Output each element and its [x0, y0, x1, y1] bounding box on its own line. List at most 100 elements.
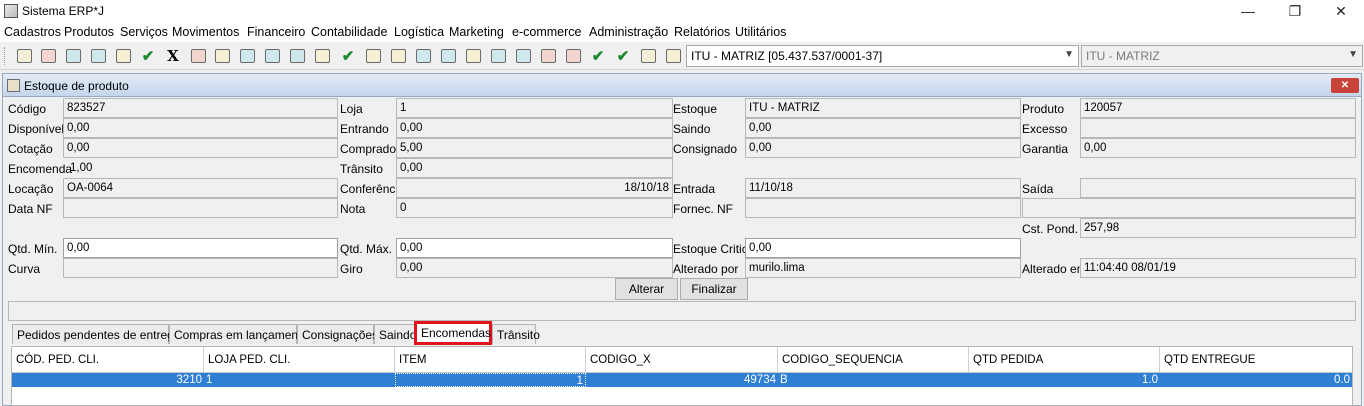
encomenda-label: Encomenda	[8, 162, 73, 176]
column-header[interactable]: CODIGO_X	[586, 347, 778, 373]
excel-icon[interactable]: X	[163, 47, 183, 65]
column-header[interactable]: CODIGO_SEQUENCIA	[778, 347, 969, 373]
menu-financeiro[interactable]: Financeiro	[247, 25, 305, 39]
nota-field: 0	[396, 198, 673, 218]
estoque-critico-label: Estoque Critico	[673, 242, 755, 256]
column-header[interactable]: ITEM	[395, 347, 586, 373]
card-icon[interactable]	[438, 47, 458, 65]
comprado-label: Comprado	[340, 142, 397, 156]
entrando-label: Entrando	[340, 122, 389, 136]
check-icon[interactable]: ✔	[338, 47, 358, 65]
envelope-icon[interactable]	[212, 47, 232, 65]
box-icon[interactable]	[538, 47, 558, 65]
saida-label: Saída	[1022, 182, 1054, 196]
panel-icon	[7, 79, 20, 92]
check-icon[interactable]: ✔	[138, 47, 158, 65]
column-header[interactable]: CÓD. PED. CLI.	[12, 347, 204, 373]
tab-pedidos-pendentes[interactable]: Pedidos pendentes de entrega	[12, 324, 180, 344]
chart-icon[interactable]	[237, 47, 257, 65]
codigo-field: 823527	[63, 98, 338, 118]
tab-encomendas[interactable]: Encomendas	[414, 321, 492, 345]
company-select-value: ITU - MATRIZ [05.437.537/0001-37]	[691, 49, 883, 63]
table-row[interactable]: 3210 1 1 49734 B 1.0 0.0	[12, 373, 1352, 387]
menu-relatorios[interactable]: Relatórios	[674, 25, 730, 39]
saida-field	[1080, 178, 1356, 198]
branch-select-value: ITU - MATRIZ	[1086, 49, 1160, 63]
qtd-max-input[interactable]: 0,00	[396, 238, 673, 258]
cart-search-icon[interactable]	[287, 47, 307, 65]
search-doc-icon[interactable]	[63, 47, 83, 65]
menu-servicos[interactable]: Serviços	[120, 25, 168, 39]
close-panel-button[interactable]: ✕	[1331, 78, 1359, 93]
tab-transito[interactable]: Trânsito	[492, 324, 540, 344]
document-help-icon[interactable]	[38, 47, 58, 65]
menu-logistica[interactable]: Logística	[394, 25, 444, 39]
note-icon[interactable]	[363, 47, 383, 65]
status-bar	[8, 301, 1356, 321]
qtd-min-input[interactable]: 0,00	[63, 238, 338, 258]
consignado-field: 0,00	[745, 138, 1021, 158]
column-header[interactable]: QTD ENTREGUE	[1160, 347, 1352, 373]
menu-administracao[interactable]: Administração	[589, 25, 668, 39]
check-icon[interactable]: ✔	[588, 47, 608, 65]
locacao-field: OA-0064	[63, 178, 338, 198]
branch-select[interactable]: ITU - MATRIZ ▼	[1081, 45, 1363, 67]
menu-utilitarios[interactable]: Utilitários	[735, 25, 786, 39]
fornec-nf-field	[745, 198, 1021, 218]
menu-contabilidade[interactable]: Contabilidade	[311, 25, 387, 39]
search-icon[interactable]	[663, 47, 683, 65]
cst-pond-label: Cst. Pond.	[1022, 222, 1079, 236]
disponivel-label: Disponível	[8, 122, 65, 136]
tab-saindo[interactable]: Saindo	[374, 324, 416, 344]
menu-cadastros[interactable]: Cadastros	[4, 25, 61, 39]
table-cell: 1	[395, 373, 586, 387]
table-cell: 1	[206, 374, 213, 386]
curva-label: Curva	[8, 262, 41, 276]
alterar-button[interactable]: Alterar	[615, 278, 678, 300]
finalizar-button[interactable]: Finalizar	[680, 278, 748, 300]
column-header[interactable]: LOJA PED. CLI.	[204, 347, 395, 373]
data-nf-field	[63, 198, 338, 218]
cst-pond-field: 257,98	[1080, 218, 1356, 238]
garantia-label: Garantia	[1022, 142, 1069, 156]
consignado-label: Consignado	[673, 142, 738, 156]
cart-icon[interactable]	[262, 47, 282, 65]
estoque-critico-input[interactable]: 0,00	[745, 238, 1021, 258]
table-cell: 1.0	[1142, 374, 1158, 386]
fornecedor-name-field	[1022, 198, 1356, 218]
menu-produtos[interactable]: Produtos	[64, 25, 114, 39]
alterado-em-label: Alterado em	[1022, 262, 1087, 276]
help-icon[interactable]	[14, 47, 34, 65]
ruler-icon[interactable]	[312, 47, 332, 65]
cotacao-label: Cotação	[8, 142, 53, 156]
loja-field: 1	[396, 98, 673, 118]
menu-movimentos[interactable]: Movimentos	[172, 25, 239, 39]
table-cell: B	[780, 374, 788, 386]
palette-icon[interactable]	[188, 47, 208, 65]
bottle-icon[interactable]	[638, 47, 658, 65]
barcode-icon[interactable]	[463, 47, 483, 65]
box-icon[interactable]	[563, 47, 583, 65]
close-window-button[interactable]: ✕	[1318, 0, 1364, 22]
chevron-down-icon: ▼	[1064, 49, 1074, 60]
menu-e-commerce[interactable]: e-commerce	[512, 25, 581, 39]
check-icon[interactable]: ✔	[613, 47, 633, 65]
truck-icon[interactable]	[513, 47, 533, 65]
window-title: Sistema ERP*J	[22, 4, 105, 18]
column-header[interactable]: QTD PEDIDA	[969, 347, 1160, 373]
pencil-icon[interactable]	[388, 47, 408, 65]
encomenda-field: 1,00	[70, 162, 93, 174]
company-select[interactable]: ITU - MATRIZ [05.437.537/0001-37] ▼	[686, 45, 1079, 67]
card-icon[interactable]	[413, 47, 433, 65]
restore-button[interactable]: ❐	[1272, 0, 1318, 22]
estoque-field: ITU - MATRIZ	[745, 98, 1021, 118]
menu-marketing[interactable]: Marketing	[449, 25, 504, 39]
minimize-button[interactable]: —	[1225, 0, 1271, 22]
card-icon[interactable]	[488, 47, 508, 65]
calculator-icon[interactable]	[113, 47, 133, 65]
tab-consignacoes[interactable]: Consignações	[297, 324, 378, 344]
search-user-icon[interactable]	[88, 47, 108, 65]
toolbar-grip	[4, 47, 7, 65]
conferencia-label: Conferência	[340, 182, 405, 196]
tab-compras-em-lancamento[interactable]: Compras em lançamento	[169, 324, 308, 344]
